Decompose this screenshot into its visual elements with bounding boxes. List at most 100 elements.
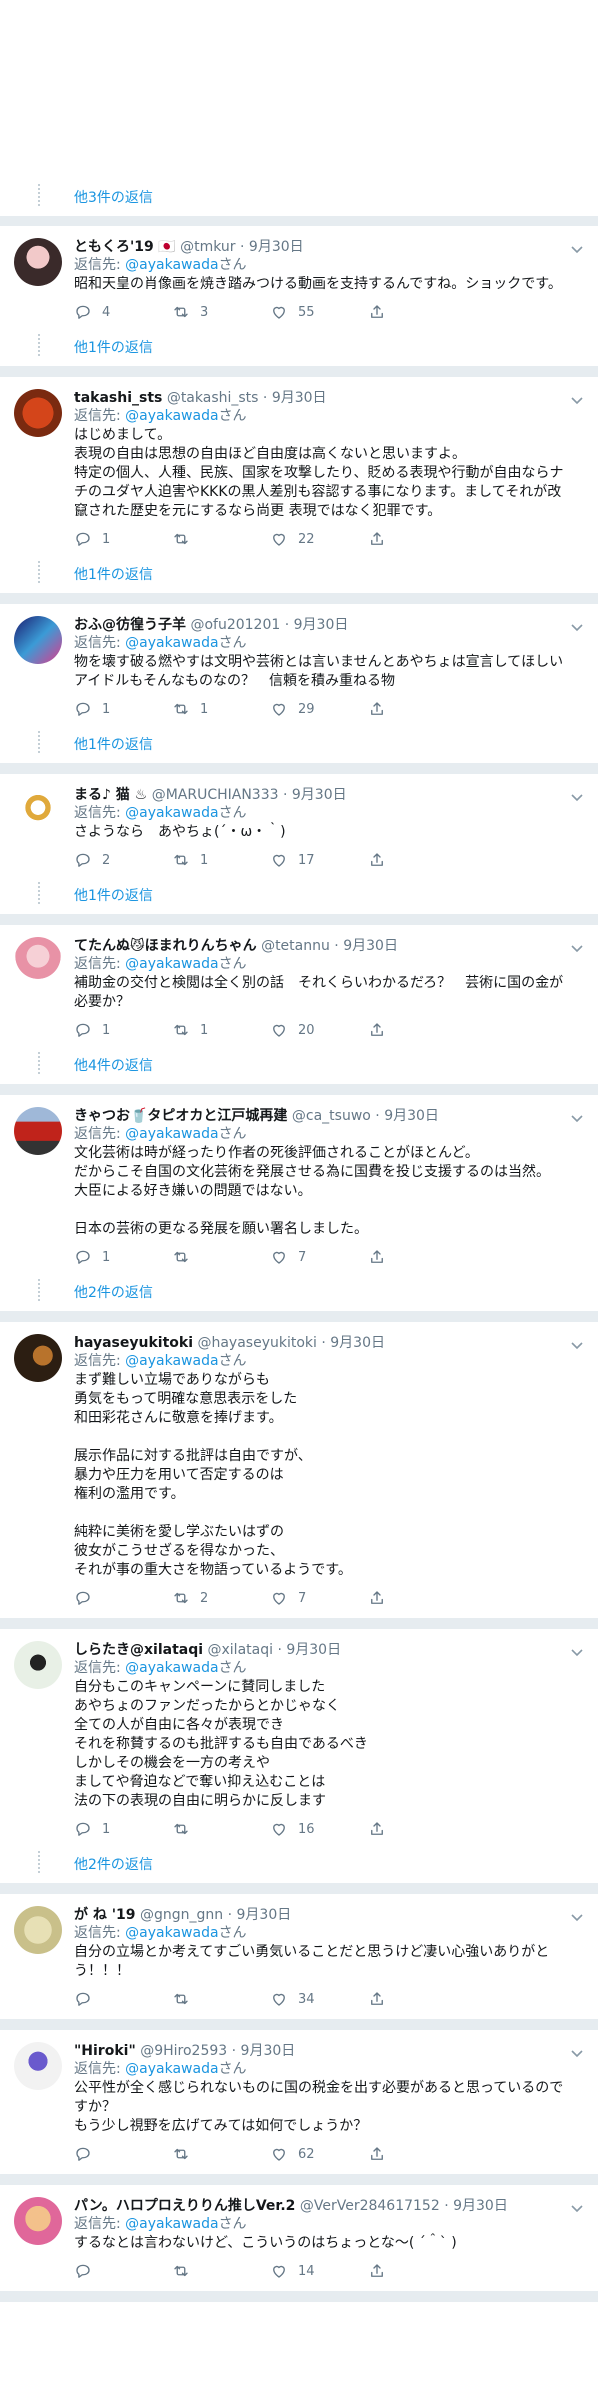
more-replies-link[interactable]: 他2件の返信 xyxy=(74,1282,153,1302)
reply-button[interactable]: 1 xyxy=(74,1248,172,1266)
user-handle[interactable]: @VerVer284617152 xyxy=(300,2198,440,2214)
share-button[interactable] xyxy=(368,1820,466,1838)
display-name[interactable]: が ね '19 xyxy=(74,1907,136,1923)
tweet-date[interactable]: 9月30日 xyxy=(286,1642,341,1658)
avatar[interactable] xyxy=(14,238,62,286)
like-button[interactable]: 17 xyxy=(270,851,368,869)
tweet[interactable]: "Hiroki" @9Hiro2593 · 9月30日 返信先: @ayakawa… xyxy=(0,2030,598,2175)
user-handle[interactable]: @hayaseyukitoki xyxy=(197,1335,316,1351)
reply-button[interactable]: 2 xyxy=(74,851,172,869)
share-button[interactable] xyxy=(368,851,466,869)
share-button[interactable] xyxy=(368,700,466,718)
more-replies[interactable]: 他1件の返信 xyxy=(0,874,598,914)
tweet-date[interactable]: 9月30日 xyxy=(292,787,347,803)
more-replies[interactable]: 他2件の返信 xyxy=(0,1271,598,1311)
like-button[interactable]: 7 xyxy=(270,1589,368,1607)
reply-mention[interactable]: @ayakawada xyxy=(125,956,218,972)
reply-button[interactable]: 1 xyxy=(74,530,172,548)
more-replies[interactable]: 他1件の返信 xyxy=(0,723,598,763)
avatar[interactable] xyxy=(14,937,62,985)
user-handle[interactable]: @ca_tsuwo xyxy=(292,1108,371,1124)
reply-button[interactable] xyxy=(74,2145,172,2163)
retweet-button[interactable]: 2 xyxy=(172,1589,270,1607)
more-replies-link[interactable]: 他1件の返信 xyxy=(74,885,153,905)
more-replies-link[interactable]: 他2件の返信 xyxy=(74,1854,153,1874)
tweet[interactable]: おふ@彷徨う子羊 @ofu201201 · 9月30日 返信先: @ayakawa… xyxy=(0,604,598,764)
reply-mention[interactable]: @ayakawada xyxy=(125,257,218,273)
tweet[interactable]: しらたき@xilataqi @xilataqi · 9月30日 返信先: @aya… xyxy=(0,1629,598,1884)
reply-button[interactable]: 4 xyxy=(74,303,172,321)
user-handle[interactable]: @gngn_gnn xyxy=(140,1907,223,1923)
tweet-date[interactable]: 9月30日 xyxy=(343,938,398,954)
reply-mention[interactable]: @ayakawada xyxy=(125,1660,218,1676)
like-button[interactable]: 20 xyxy=(270,1021,368,1039)
share-button[interactable] xyxy=(368,2145,466,2163)
avatar[interactable] xyxy=(14,786,62,834)
reply-mention[interactable]: @ayakawada xyxy=(125,635,218,651)
user-handle[interactable]: @tetannu xyxy=(261,938,330,954)
more-replies-link[interactable]: 他3件の返信 xyxy=(74,187,153,207)
reply-button[interactable] xyxy=(74,1990,172,2008)
display-name[interactable]: まる♪ 猫 ♨ xyxy=(74,787,147,803)
display-name[interactable]: takashi_sts xyxy=(74,390,162,406)
like-button[interactable]: 55 xyxy=(270,303,368,321)
user-handle[interactable]: @ofu201201 xyxy=(190,617,280,633)
like-button[interactable]: 16 xyxy=(270,1820,368,1838)
retweet-button[interactable] xyxy=(172,2262,270,2280)
tweet-date[interactable]: 9月30日 xyxy=(249,239,304,255)
reply-button[interactable] xyxy=(74,2262,172,2280)
display-name[interactable]: パン。ハロプロえりりん推しVer.2 xyxy=(74,2198,295,2214)
more-replies[interactable]: 他2件の返信 xyxy=(0,1843,598,1883)
display-name[interactable]: しらたき@xilataqi xyxy=(74,1642,203,1658)
avatar[interactable] xyxy=(14,1641,62,1689)
retweet-button[interactable]: 1 xyxy=(172,700,270,718)
display-name[interactable]: きゃつお🥤タピオカと江戸城再建 xyxy=(74,1108,287,1124)
tweet-date[interactable]: 9月30日 xyxy=(241,2043,296,2059)
display-name[interactable]: hayaseyukitoki xyxy=(74,1335,193,1351)
user-handle[interactable]: @tmkur xyxy=(180,239,235,255)
share-button[interactable] xyxy=(368,303,466,321)
reply-mention[interactable]: @ayakawada xyxy=(125,2061,218,2077)
more-replies[interactable]: 他4件の返信 xyxy=(0,1044,598,1084)
like-button[interactable]: 34 xyxy=(270,1990,368,2008)
tweet[interactable]: てたんぬ😼ほまれりんちゃん @tetannu · 9月30日 返信先: @ayak… xyxy=(0,925,598,1085)
user-handle[interactable]: @MARUCHIAN333 xyxy=(152,787,279,803)
retweet-button[interactable] xyxy=(172,1820,270,1838)
tweet-date[interactable]: 9月30日 xyxy=(294,617,349,633)
more-replies-link[interactable]: 他1件の返信 xyxy=(74,734,153,754)
avatar[interactable] xyxy=(14,2197,62,2245)
share-button[interactable] xyxy=(368,1589,466,1607)
share-button[interactable] xyxy=(368,1021,466,1039)
reply-button[interactable]: 1 xyxy=(74,700,172,718)
like-button[interactable]: 14 xyxy=(270,2262,368,2280)
retweet-button[interactable]: 1 xyxy=(172,851,270,869)
user-handle[interactable]: @xilataqi xyxy=(208,1642,274,1658)
like-button[interactable]: 29 xyxy=(270,700,368,718)
user-handle[interactable]: @9Hiro2593 xyxy=(140,2043,227,2059)
share-button[interactable] xyxy=(368,1248,466,1266)
reply-mention[interactable]: @ayakawada xyxy=(125,1353,218,1369)
avatar[interactable] xyxy=(14,389,62,437)
display-name[interactable]: ともくろ'19 xyxy=(74,239,154,255)
avatar[interactable] xyxy=(14,1906,62,1954)
reply-mention[interactable]: @ayakawada xyxy=(125,805,218,821)
tweet[interactable]: が ね '19 @gngn_gnn · 9月30日 返信先: @ayakawada… xyxy=(0,1894,598,2020)
retweet-button[interactable]: 1 xyxy=(172,1021,270,1039)
tweet[interactable]: hayaseyukitoki @hayaseyukitoki · 9月30日 返信… xyxy=(0,1322,598,1619)
retweet-button[interactable] xyxy=(172,530,270,548)
tweet[interactable]: きゃつお🥤タピオカと江戸城再建 @ca_tsuwo · 9月30日 返信先: @a… xyxy=(0,1095,598,1312)
like-button[interactable]: 7 xyxy=(270,1248,368,1266)
reply-mention[interactable]: @ayakawada xyxy=(125,1925,218,1941)
avatar[interactable] xyxy=(14,2042,62,2090)
share-button[interactable] xyxy=(368,1990,466,2008)
avatar[interactable] xyxy=(14,1334,62,1382)
retweet-button[interactable]: 3 xyxy=(172,303,270,321)
like-button[interactable]: 62 xyxy=(270,2145,368,2163)
more-replies[interactable]: 他1件の返信 xyxy=(0,553,598,593)
display-name[interactable]: てたんぬ😼ほまれりんちゃん xyxy=(74,938,257,954)
tweet[interactable]: ともくろ'19 🇯🇵 @tmkur · 9月30日 返信先: @ayakawada… xyxy=(0,226,598,367)
user-handle[interactable]: @takashi_sts xyxy=(167,390,259,406)
avatar[interactable] xyxy=(14,616,62,664)
more-replies[interactable]: 他1件の返信 xyxy=(0,326,598,366)
reply-button[interactable] xyxy=(74,1589,172,1607)
